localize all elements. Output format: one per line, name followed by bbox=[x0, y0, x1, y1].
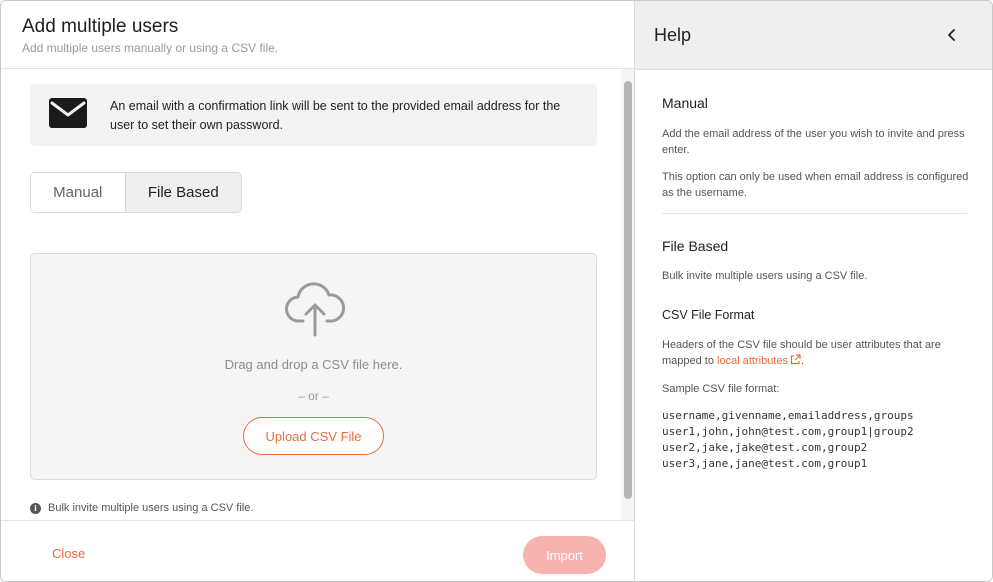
help-csv-heading: CSV File Format bbox=[662, 308, 755, 322]
chevron-left-icon[interactable] bbox=[945, 27, 959, 43]
help-manual-heading: Manual bbox=[662, 95, 708, 111]
add-users-dialog: Add multiple users Add multiple users ma… bbox=[1, 1, 634, 581]
help-header: Help bbox=[635, 1, 992, 70]
tab-file-based[interactable]: File Based bbox=[125, 173, 241, 212]
dialog-footer: Close Import bbox=[1, 520, 634, 581]
help-csv-text: Headers of the CSV file should be user a… bbox=[662, 337, 972, 369]
close-button[interactable]: Close bbox=[52, 546, 85, 561]
help-divider bbox=[662, 213, 967, 214]
help-csv-text-end: . bbox=[800, 355, 805, 367]
email-info-banner: An email with a confirmation link will b… bbox=[30, 84, 597, 146]
dialog-subtitle: Add multiple users manually or using a C… bbox=[22, 41, 279, 55]
help-title: Help bbox=[654, 25, 692, 45]
dropzone-text: Drag and drop a CSV file here. bbox=[224, 357, 403, 372]
hint-text: Bulk invite multiple users using a CSV f… bbox=[48, 502, 254, 514]
help-panel: Help Manual Add the email address of the… bbox=[634, 1, 992, 581]
dialog-title: Add multiple users bbox=[22, 16, 179, 37]
tab-manual[interactable]: Manual bbox=[31, 173, 126, 212]
dropzone-or-text: – or – bbox=[298, 389, 329, 403]
email-info-text: An email with a confirmation link will b… bbox=[110, 99, 561, 132]
csv-dropzone[interactable]: Drag and drop a CSV file here. – or – Up… bbox=[30, 253, 597, 480]
import-button[interactable]: Import bbox=[523, 536, 606, 574]
help-sample-label: Sample CSV file format: bbox=[662, 383, 780, 395]
scrollbar-thumb[interactable] bbox=[624, 81, 632, 499]
app-window: Add multiple users Add multiple users ma… bbox=[0, 0, 993, 582]
help-manual-text-2: This option can only be used when email … bbox=[662, 171, 969, 199]
cloud-upload-icon bbox=[285, 282, 345, 337]
help-file-text: Bulk invite multiple users using a CSV f… bbox=[662, 270, 868, 282]
mail-icon bbox=[49, 98, 87, 128]
help-file-heading: File Based bbox=[662, 238, 729, 254]
dialog-header: Add multiple users Add multiple users ma… bbox=[1, 1, 634, 69]
help-sample-code: username,givenname,emailaddress,groups u… bbox=[662, 409, 914, 470]
info-icon: i bbox=[30, 502, 41, 514]
local-attributes-link-text[interactable]: local attributes bbox=[717, 355, 788, 367]
upload-csv-button[interactable]: Upload CSV File bbox=[243, 417, 384, 455]
mode-toggle: Manual File Based bbox=[30, 172, 242, 213]
external-link-icon[interactable] bbox=[790, 354, 801, 365]
bulk-invite-hint: i Bulk invite multiple users using a CSV… bbox=[30, 502, 253, 514]
local-attributes-link[interactable]: local attributes bbox=[717, 354, 801, 367]
help-manual-text-1: Add the email address of the user you wi… bbox=[662, 128, 965, 156]
